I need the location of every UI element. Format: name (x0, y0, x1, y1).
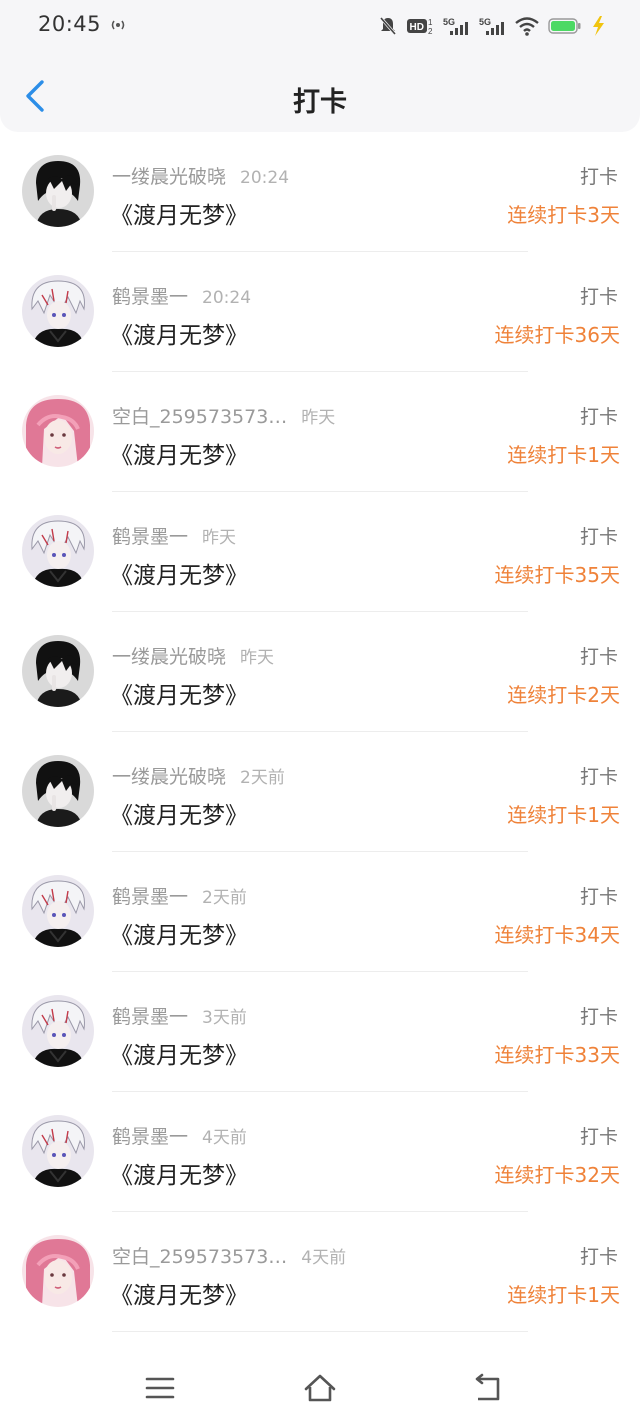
pink-haired-avatar[interactable] (22, 1235, 94, 1307)
battery-icon (548, 18, 581, 34)
streak-label: 连续打卡36天 (494, 323, 620, 347)
white-haired-avatar[interactable] (22, 875, 94, 947)
timestamp: 昨天 (240, 648, 275, 668)
streak-label: 连续打卡1天 (507, 443, 620, 467)
streak-label: 连续打卡35天 (494, 563, 620, 587)
username[interactable]: 鹤景墨一 (112, 1122, 188, 1149)
status-time: 20:45 (38, 12, 102, 36)
list-item[interactable]: 鹤景墨一 20:24 《渡月无梦》 打卡 连续打卡36天 (0, 252, 640, 372)
signal-5g-icon: 5G (443, 17, 468, 35)
list-item[interactable]: 鹤景墨一 3天前 《渡月无梦》 打卡 连续打卡33天 (0, 972, 640, 1092)
white-haired-avatar[interactable] (22, 515, 94, 587)
timestamp: 20:24 (240, 168, 290, 188)
streak-label: 连续打卡3天 (507, 203, 620, 227)
action-label: 打卡 (579, 286, 618, 308)
streak-label: 连续打卡32天 (494, 1163, 620, 1187)
timestamp: 昨天 (202, 528, 237, 548)
svg-text:2: 2 (428, 27, 433, 36)
divider (112, 1331, 528, 1332)
page-title: 打卡 (293, 87, 347, 118)
status-icons: HD 1 2 5G 5G (378, 14, 606, 38)
timestamp: 4天前 (301, 1248, 347, 1268)
timestamp: 20:24 (202, 288, 252, 308)
white-haired-avatar[interactable] (22, 275, 94, 347)
streak-label: 连续打卡1天 (507, 1283, 620, 1307)
list-item[interactable]: 空白_259573573… 4天前 《渡月无梦》 打卡 连续打卡1天 (0, 1212, 640, 1332)
dark-haired-avatar[interactable] (22, 635, 94, 707)
svg-text:HD: HD (410, 22, 424, 33)
book-title[interactable]: 《渡月无梦》 (110, 196, 248, 230)
white-haired-avatar[interactable] (22, 1115, 94, 1187)
username[interactable]: 一缕晨光破晓 (112, 642, 226, 669)
svg-text:5G: 5G (443, 17, 455, 27)
action-label: 打卡 (579, 1006, 618, 1028)
action-label: 打卡 (579, 166, 618, 188)
timestamp: 2天前 (202, 888, 247, 908)
home-icon[interactable] (303, 1371, 337, 1405)
hd-icon: HD 1 2 (407, 18, 433, 36)
book-title[interactable]: 《渡月无梦》 (110, 1036, 248, 1070)
streak-label: 连续打卡2天 (507, 683, 620, 707)
username[interactable]: 鹤景墨一 (112, 1002, 188, 1029)
book-title[interactable]: 《渡月无梦》 (110, 916, 248, 950)
pink-haired-avatar[interactable] (22, 395, 94, 467)
book-title[interactable]: 《渡月无梦》 (110, 1276, 248, 1310)
timestamp: 4天前 (202, 1128, 247, 1148)
signal-5g-icon: 5G (479, 17, 504, 35)
streak-label: 连续打卡33天 (494, 1043, 620, 1067)
streak-label: 连续打卡1天 (507, 803, 620, 827)
book-title[interactable]: 《渡月无梦》 (110, 676, 248, 710)
username[interactable]: 鹤景墨一 (112, 882, 188, 909)
svg-text:1: 1 (428, 18, 433, 27)
list-item[interactable]: 鹤景墨一 2天前 《渡月无梦》 打卡 连续打卡34天 (0, 852, 640, 972)
book-title[interactable]: 《渡月无梦》 (110, 796, 248, 830)
hotspot-icon (111, 20, 125, 30)
list-item[interactable]: 一缕晨光破晓 20:24 《渡月无梦》 打卡 连续打卡3天 (0, 132, 640, 252)
action-label: 打卡 (579, 526, 618, 548)
wifi-icon (515, 17, 539, 36)
checkin-list: 一缕晨光破晓 20:24 《渡月无梦》 打卡 连续打卡3天 鹤景墨一 20:24… (0, 132, 640, 1332)
timestamp: 3天前 (202, 1008, 247, 1028)
timestamp: 昨天 (301, 408, 336, 428)
book-title[interactable]: 《渡月无梦》 (110, 556, 248, 590)
username[interactable]: 一缕晨光破晓 (112, 762, 226, 789)
action-label: 打卡 (579, 886, 618, 908)
username[interactable]: 鹤景墨一 (112, 282, 188, 309)
list-item[interactable]: 鹤景墨一 昨天 《渡月无梦》 打卡 连续打卡35天 (0, 492, 640, 612)
header: 打卡 (0, 56, 640, 132)
username[interactable]: 一缕晨光破晓 (112, 162, 226, 189)
system-nav-bar (0, 1347, 640, 1427)
action-label: 打卡 (579, 646, 618, 668)
status-bar: 20:45 HD 1 2 5G 5G (0, 0, 640, 56)
book-title[interactable]: 《渡月无梦》 (110, 436, 248, 470)
charging-icon (593, 16, 604, 36)
list-item[interactable]: 空白_259573573… 昨天 《渡月无梦》 打卡 连续打卡1天 (0, 372, 640, 492)
username[interactable]: 鹤景墨一 (112, 522, 188, 549)
list-item[interactable]: 一缕晨光破晓 2天前 《渡月无梦》 打卡 连续打卡1天 (0, 732, 640, 852)
book-title[interactable]: 《渡月无梦》 (110, 1156, 248, 1190)
book-title[interactable]: 《渡月无梦》 (110, 316, 248, 350)
username[interactable]: 空白_259573573… (112, 1242, 287, 1269)
menu-icon[interactable] (143, 1371, 177, 1405)
svg-text:5G: 5G (479, 17, 491, 27)
streak-label: 连续打卡34天 (494, 923, 620, 947)
action-label: 打卡 (579, 1246, 618, 1268)
username[interactable]: 空白_259573573… (112, 402, 287, 429)
action-label: 打卡 (579, 406, 618, 428)
timestamp: 2天前 (240, 768, 285, 788)
action-label: 打卡 (579, 766, 618, 788)
back-icon[interactable] (472, 1371, 506, 1405)
dark-haired-avatar[interactable] (22, 155, 94, 227)
white-haired-avatar[interactable] (22, 995, 94, 1067)
dark-haired-avatar[interactable] (22, 755, 94, 827)
list-item[interactable]: 鹤景墨一 4天前 《渡月无梦》 打卡 连续打卡32天 (0, 1092, 640, 1212)
action-label: 打卡 (579, 1126, 618, 1148)
list-item[interactable]: 一缕晨光破晓 昨天 《渡月无梦》 打卡 连续打卡2天 (0, 612, 640, 732)
mute-bell-icon (379, 17, 397, 35)
